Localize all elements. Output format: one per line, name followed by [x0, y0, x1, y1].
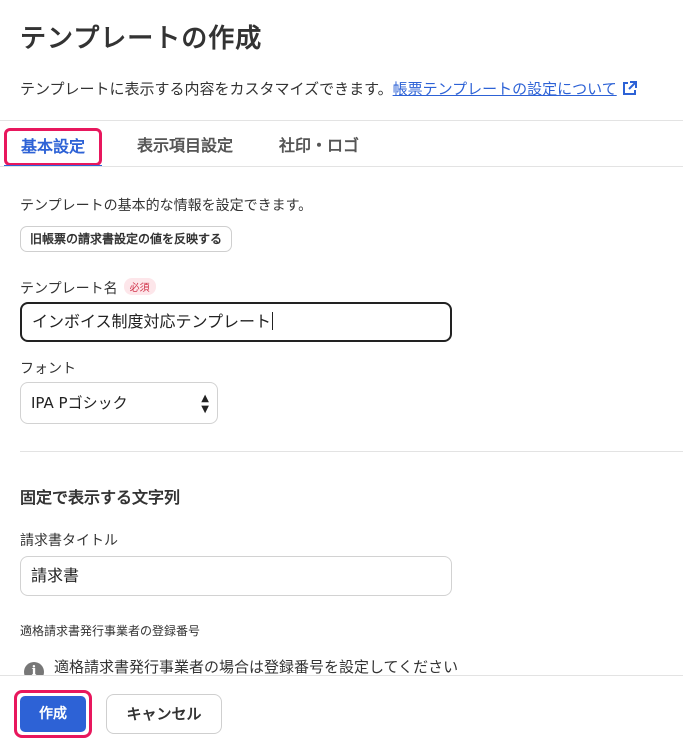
tab-display-items[interactable]: 表示項目設定	[137, 128, 233, 166]
template-name-input[interactable]: インボイス制度対応テンプレート	[20, 302, 452, 342]
create-button[interactable]: 作成	[14, 690, 92, 738]
help-link[interactable]: 帳票テンプレートの設定について	[393, 80, 617, 98]
tab-basic-settings[interactable]: 基本設定	[4, 128, 103, 167]
page-title: テンプレートの作成	[20, 24, 263, 54]
tab-bar: 基本設定 表示項目設定 社印・ロゴ	[0, 128, 683, 167]
invoice-title-value: 請求書	[31, 566, 80, 585]
tab-seal-logo[interactable]: 社印・ロゴ	[279, 128, 359, 166]
template-name-label: テンプレート名 必須	[20, 278, 156, 298]
required-badge: 必須	[123, 278, 156, 295]
registration-info-text: 適格請求書発行事業者の場合は登録番号を設定してください	[54, 658, 459, 676]
section-divider	[20, 451, 683, 452]
create-button-label: 作成	[20, 696, 86, 732]
updown-arrows-icon: ▲ ▼	[201, 393, 209, 415]
font-label: フォント	[20, 361, 76, 377]
font-select[interactable]: IPA Pゴシック ▲ ▼	[20, 382, 218, 424]
header-divider	[0, 120, 683, 121]
page-description: テンプレートに表示する内容をカスタマイズできます。帳票テンプレートの設定について	[20, 78, 638, 101]
external-link-icon[interactable]	[621, 80, 638, 101]
registration-number-label: 適格請求書発行事業者の登録番号	[20, 624, 201, 638]
invoice-title-label: 請求書タイトル	[20, 533, 118, 549]
cancel-button[interactable]: キャンセル	[106, 694, 222, 734]
template-name-label-text: テンプレート名	[20, 281, 118, 297]
invoice-title-input[interactable]: 請求書	[20, 556, 452, 596]
reflect-old-settings-button[interactable]: 旧帳票の請求書設定の値を反映する	[20, 226, 233, 252]
description-text: テンプレートに表示する内容をカスタマイズできます。	[20, 80, 393, 98]
tabs-divider	[0, 166, 683, 167]
section-description: テンプレートの基本的な情報を設定できます。	[20, 198, 313, 214]
font-select-value: IPA Pゴシック	[31, 394, 128, 412]
fixed-strings-heading: 固定で表示する文字列	[20, 488, 181, 507]
text-caret	[272, 312, 274, 330]
footer-bar	[0, 675, 683, 750]
template-name-value: インボイス制度対応テンプレート	[32, 312, 272, 331]
